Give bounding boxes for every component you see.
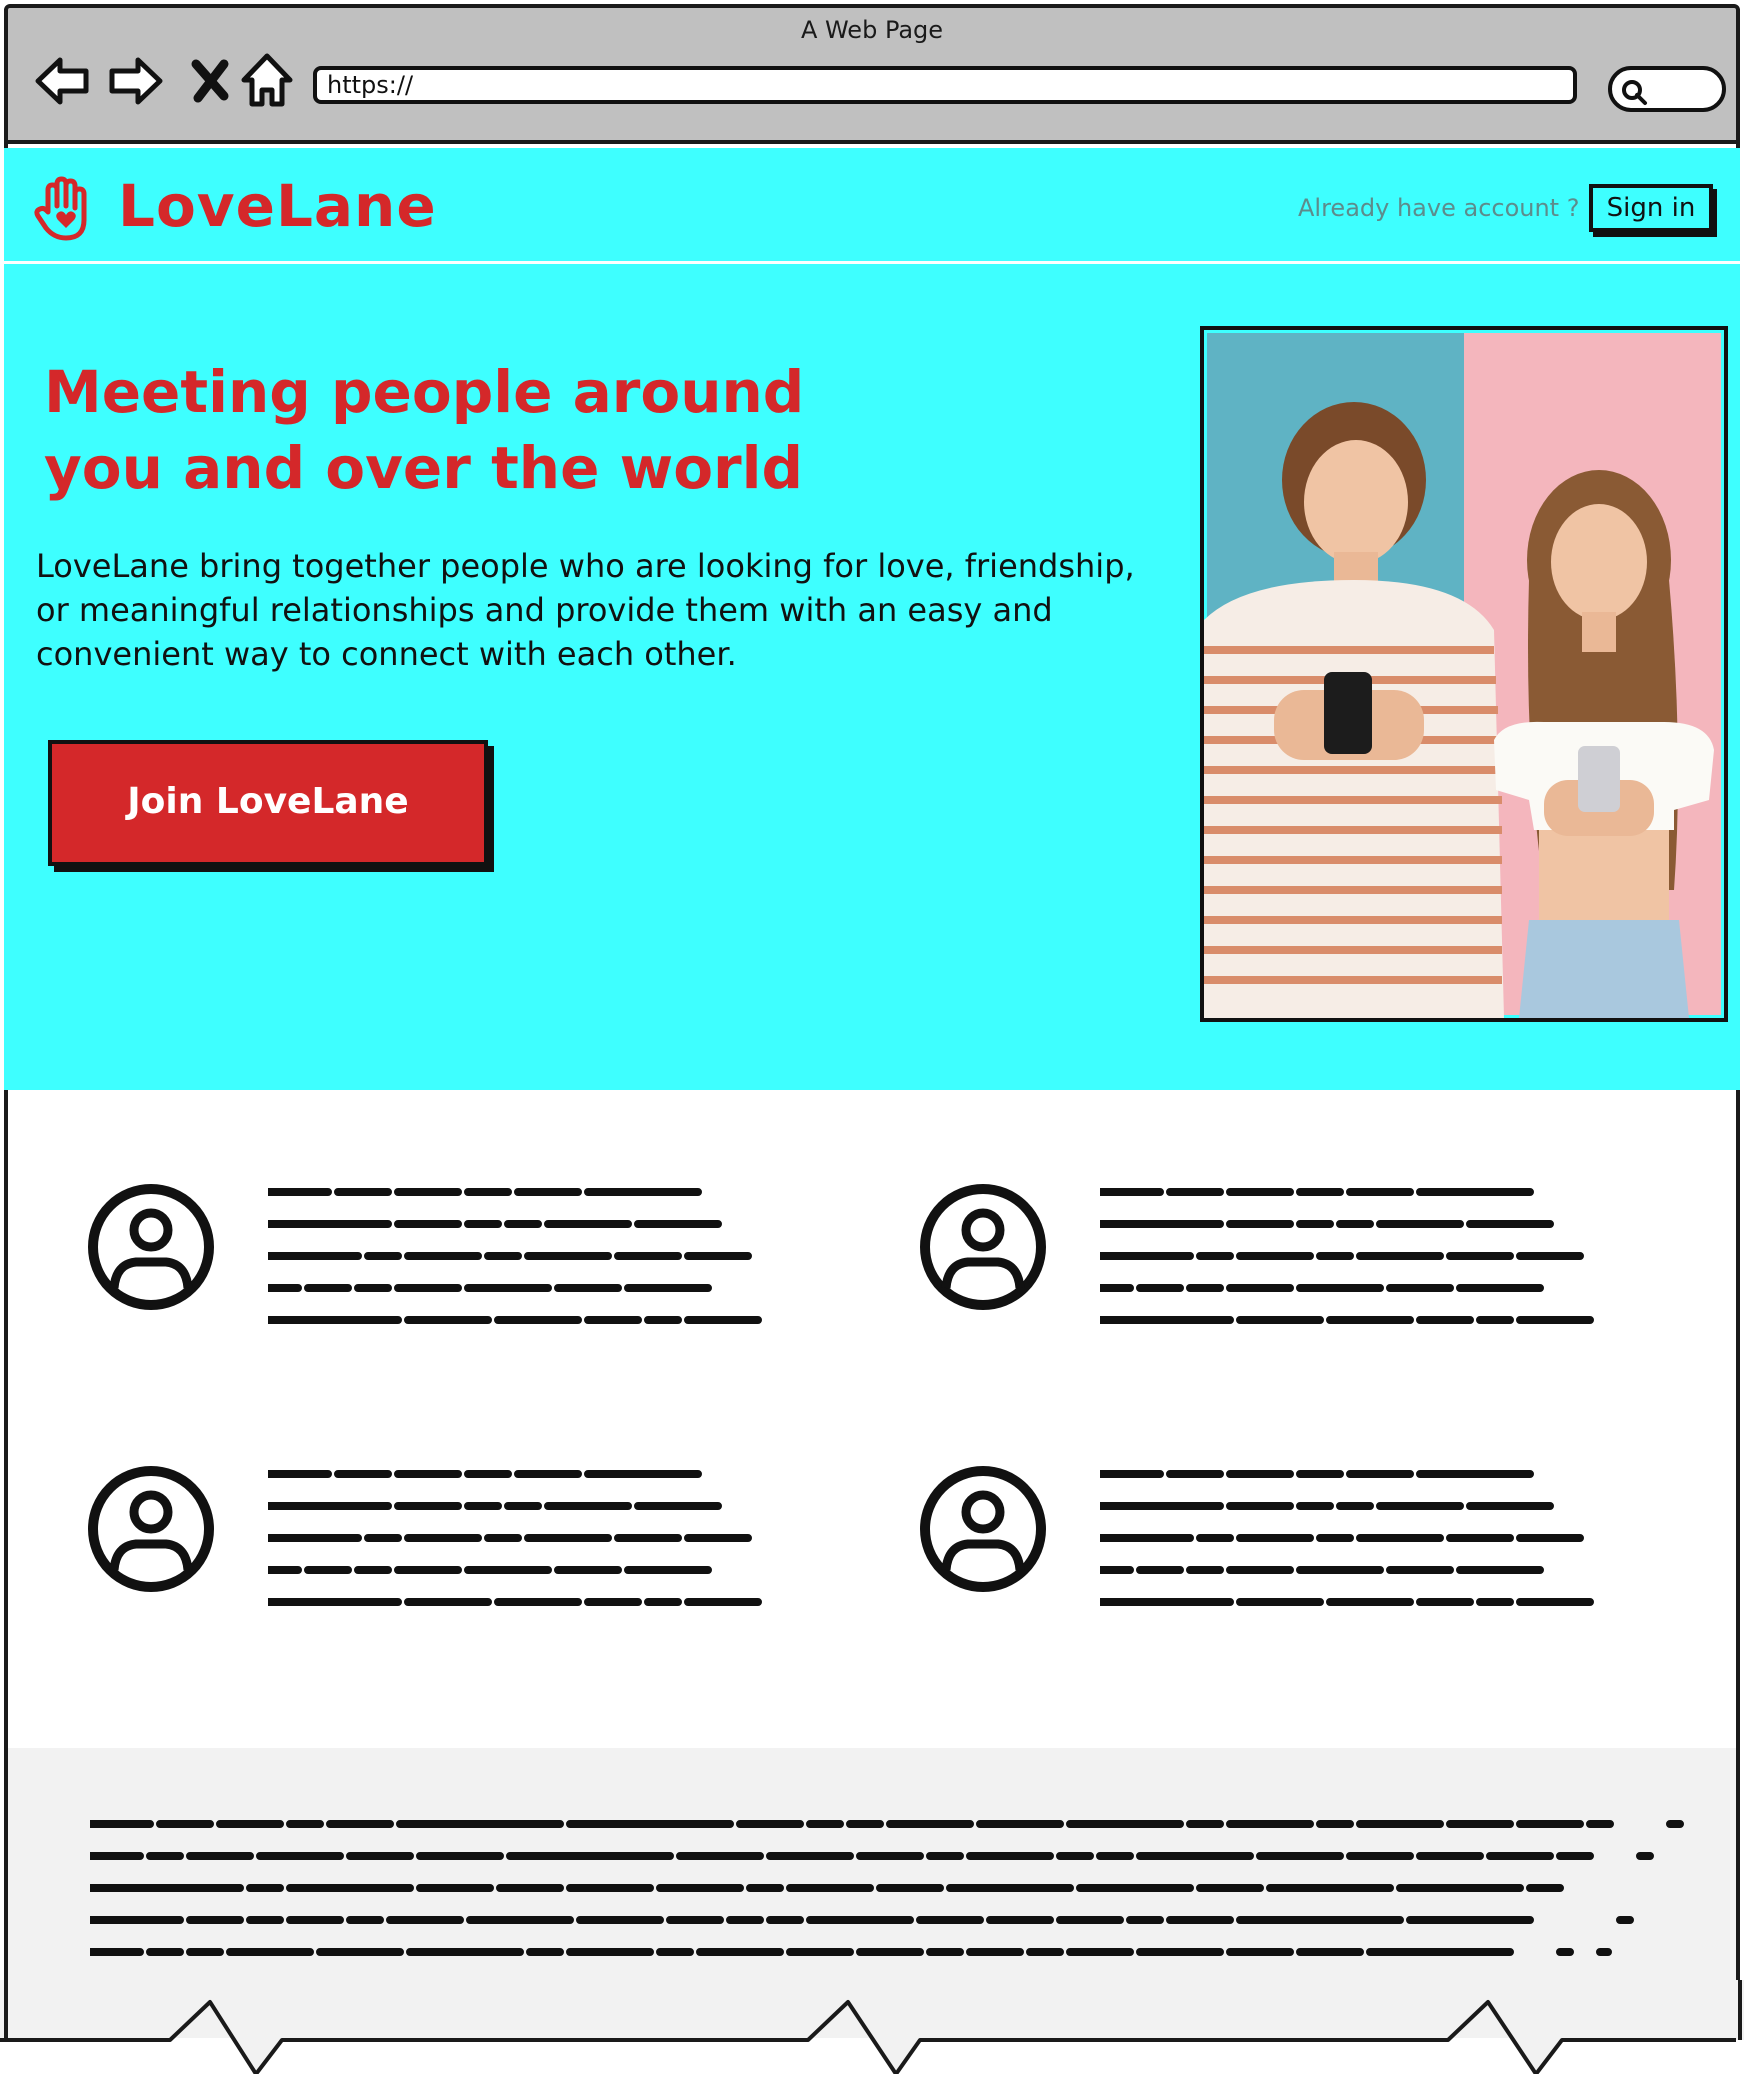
feature-item xyxy=(8,1372,820,1606)
features-section xyxy=(8,1090,1736,1750)
browser-chrome: A Web Page https:// xyxy=(4,4,1740,144)
user-avatar-icon xyxy=(920,1184,1046,1310)
window-title: A Web Page xyxy=(800,16,944,44)
user-avatar-icon xyxy=(920,1466,1046,1592)
hero-section: Meeting people around you and over the w… xyxy=(4,264,1740,1090)
site-header: LoveLane Already have account ? Sign in xyxy=(4,148,1740,264)
home-icon[interactable] xyxy=(236,50,298,112)
search-icon xyxy=(1622,80,1647,105)
user-avatar-icon xyxy=(88,1184,214,1310)
feature-description-scribble xyxy=(1100,1188,1652,1324)
couple-with-phones-photo xyxy=(1200,326,1728,1022)
brand-name[interactable]: LoveLane xyxy=(118,172,437,240)
footer-text-scribble xyxy=(90,1820,1686,1956)
feature-description-scribble xyxy=(268,1188,820,1324)
forward-arrow-icon[interactable] xyxy=(104,50,166,112)
back-arrow-icon[interactable] xyxy=(32,50,94,112)
feature-item xyxy=(8,1090,820,1324)
feature-item xyxy=(840,1090,1652,1324)
feature-item xyxy=(840,1372,1652,1606)
hero-description: LoveLane bring together people who are l… xyxy=(36,547,1135,673)
close-icon[interactable] xyxy=(180,50,242,112)
join-button[interactable]: Join LoveLane xyxy=(48,740,488,866)
page: A Web Page https:// LoveLane Already hav… xyxy=(0,0,1744,2074)
hero-headline-line-1: Meeting people around xyxy=(44,358,805,426)
hand-heart-icon xyxy=(34,176,87,241)
url-bar[interactable]: https:// xyxy=(313,66,1577,104)
hero-headline: Meeting people around you and over the w… xyxy=(44,354,944,506)
user-avatar-icon xyxy=(88,1466,214,1592)
torn-page-edge xyxy=(0,1980,1744,2074)
feature-description-scribble xyxy=(268,1470,820,1606)
feature-description-scribble xyxy=(1100,1470,1652,1606)
browser-search-box[interactable] xyxy=(1608,66,1726,112)
account-prompt: Already have account ? xyxy=(1298,194,1580,222)
hero-headline-line-2: you and over the world xyxy=(44,434,804,502)
sign-in-button[interactable]: Sign in xyxy=(1589,184,1713,232)
